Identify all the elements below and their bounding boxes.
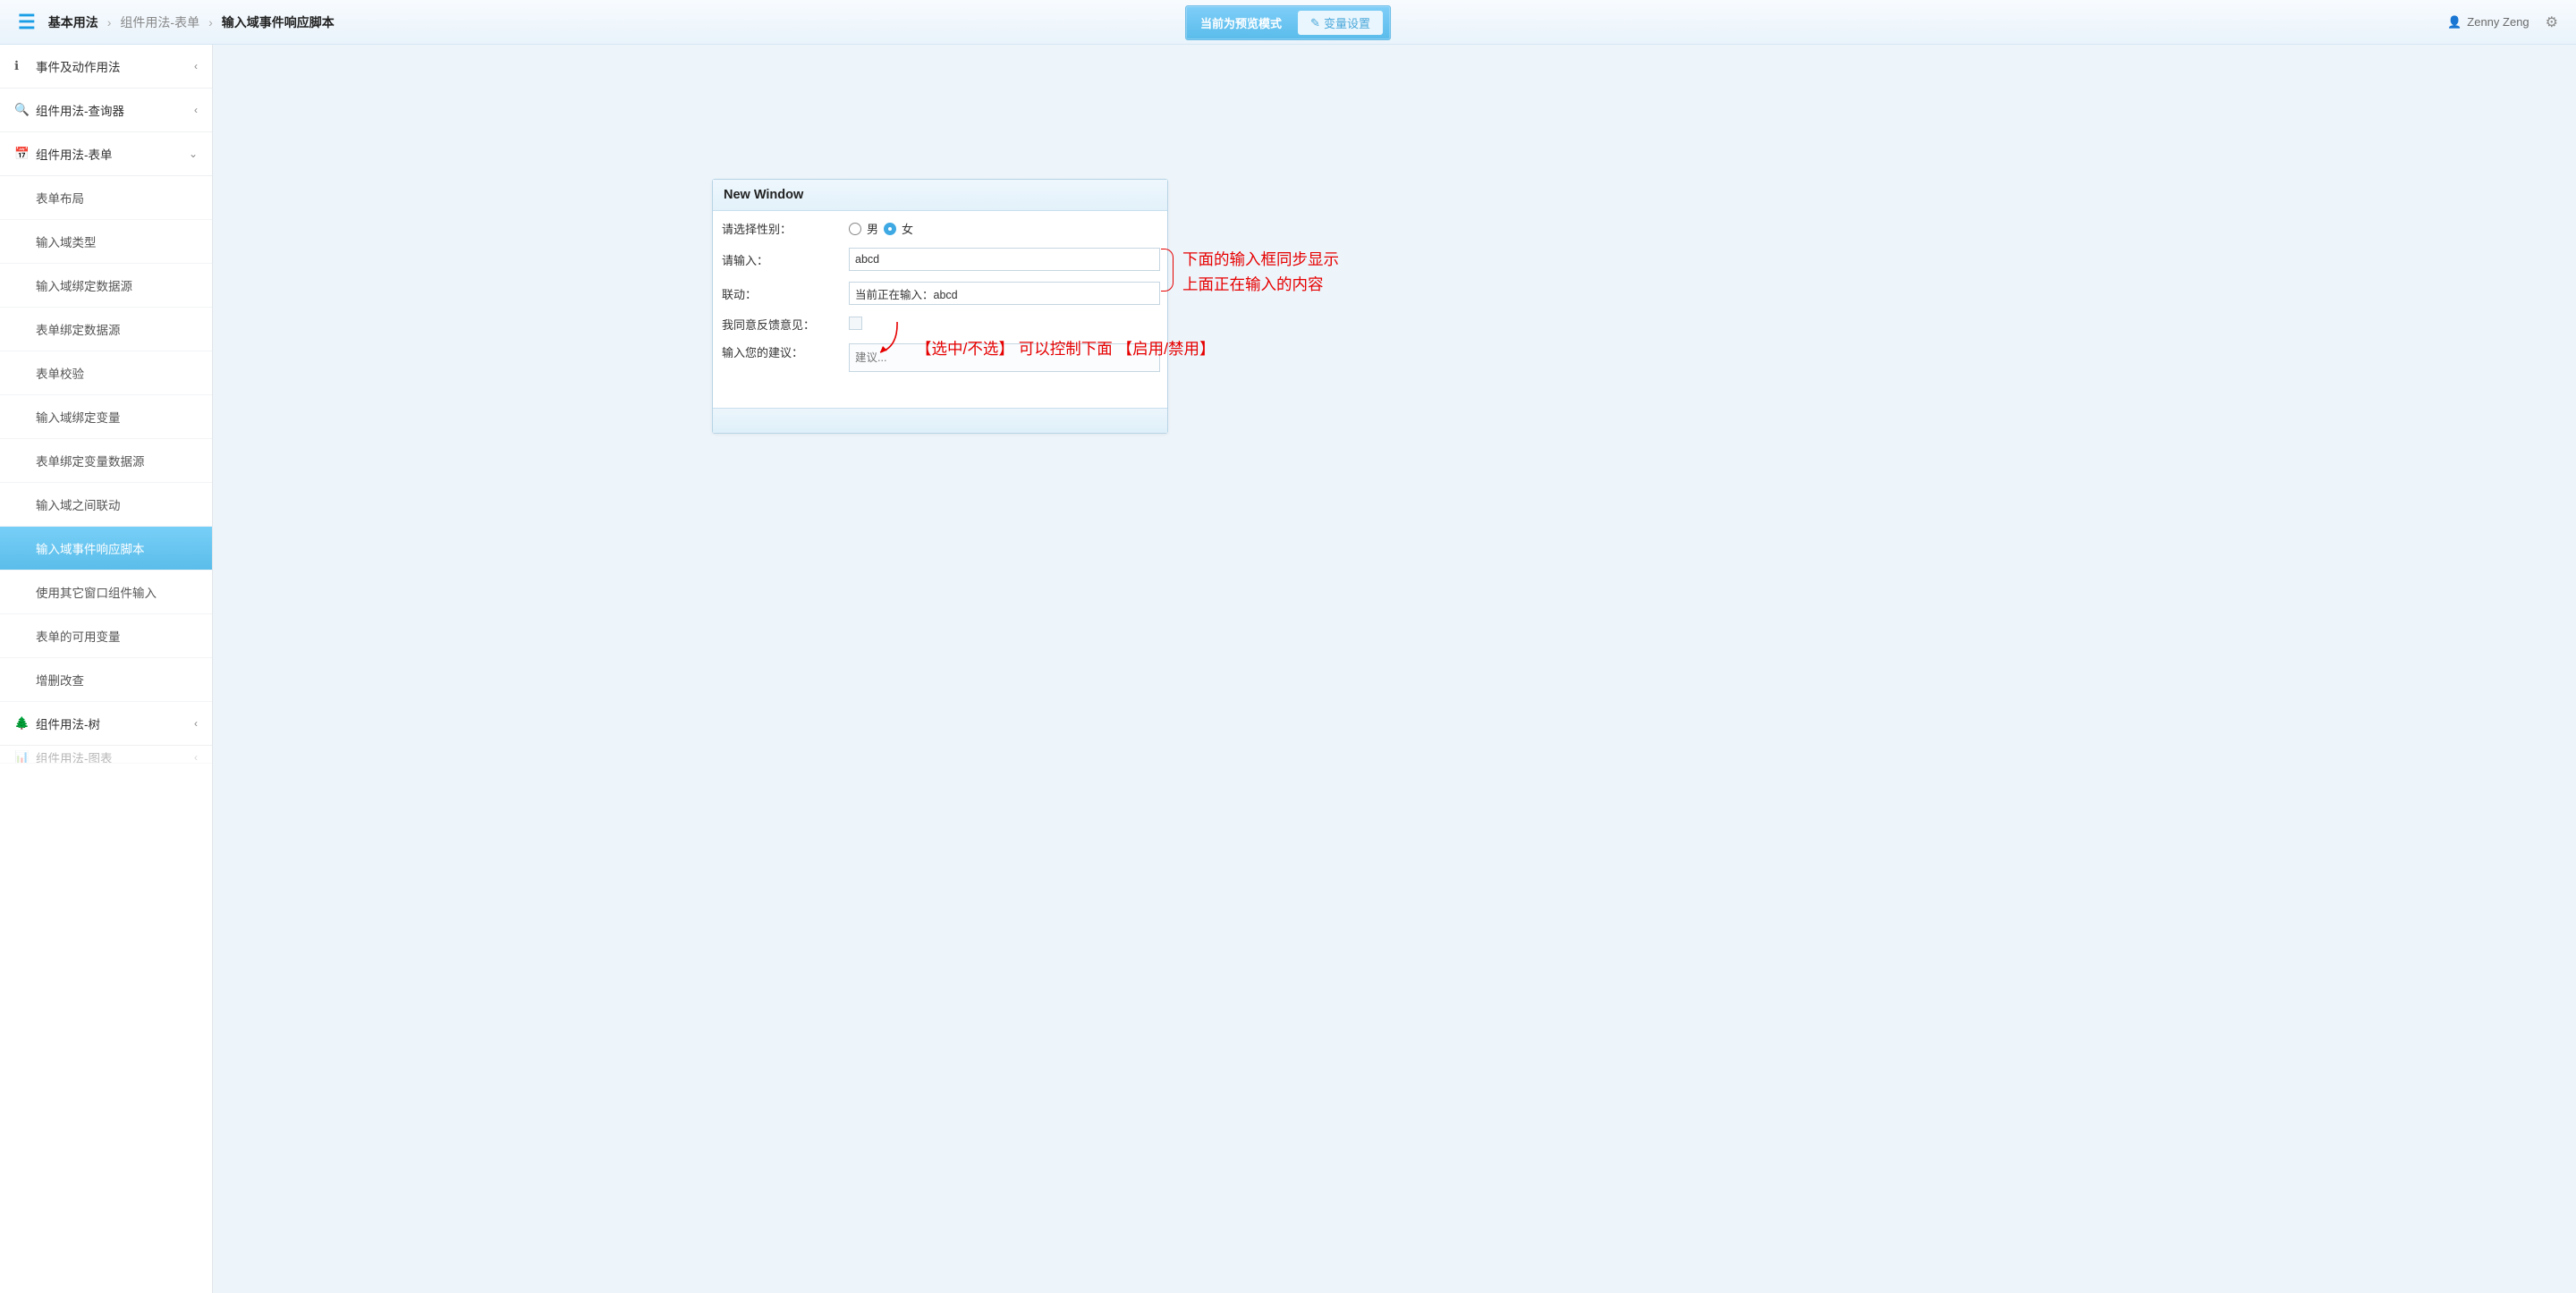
sidebar-item-crud[interactable]: 增删改查 <box>0 658 212 702</box>
variable-settings-label: 变量设置 <box>1324 14 1370 31</box>
sidebar-group-label: 组件用法-查询器 <box>36 101 124 119</box>
row-input: 请输入： <box>720 248 1160 271</box>
gender-radio-group: 男 女 <box>849 220 1160 237</box>
sidebar-group-query[interactable]: 🔍 组件用法-查询器 ‹ <box>0 89 212 132</box>
sidebar-item-use-other-window[interactable]: 使用其它窗口组件输入 <box>0 570 212 614</box>
variable-settings-button[interactable]: ✎ 变量设置 <box>1298 11 1383 35</box>
window-footer <box>713 408 1167 433</box>
gender-label: 请选择性别： <box>720 220 849 237</box>
chevron-left-icon: ‹ <box>194 60 198 72</box>
breadcrumb-mid[interactable]: 组件用法-表单 <box>120 13 199 31</box>
sidebar-item-input-event-script[interactable]: 输入域事件响应脚本 <box>0 527 212 570</box>
annotation-sync: 下面的输入框同步显示 上面正在输入的内容 <box>1182 247 1339 297</box>
input-label: 请输入： <box>720 251 849 268</box>
chart-icon: 📊 <box>14 750 30 765</box>
sidebar-group-events[interactable]: ℹ 事件及动作用法 ‹ <box>0 45 212 89</box>
text-input[interactable] <box>849 248 1160 271</box>
user-name: Zenny Zeng <box>2467 15 2529 29</box>
chevron-left-icon: ‹ <box>194 717 198 730</box>
sidebar-item-input-linkage[interactable]: 输入域之间联动 <box>0 483 212 527</box>
feedback-checkbox[interactable] <box>849 317 862 330</box>
sidebar-group-label: 事件及动作用法 <box>36 57 121 75</box>
window-body: 请选择性别： 男 女 请输入： 联动： <box>713 211 1167 408</box>
topbar: ☰ 基本用法 › 组件用法-表单 › 输入域事件响应脚本 当前为预览模式 ✎ 变… <box>0 0 2576 45</box>
linked-label: 联动： <box>720 285 849 302</box>
row-linked: 联动： <box>720 282 1160 305</box>
annotation-sync-line2: 上面正在输入的内容 <box>1182 272 1339 297</box>
topbar-right: 👤 Zenny Zeng ⚙ <box>2447 13 2558 31</box>
sidebar: ℹ 事件及动作用法 ‹ 🔍 组件用法-查询器 ‹ 📅 组件用法-表单 ⌄ 表单布… <box>0 45 213 1293</box>
pencil-icon: ✎ <box>1310 16 1320 30</box>
annotation-arrow-icon <box>875 322 902 358</box>
chevron-left-icon: ‹ <box>194 751 198 764</box>
sidebar-group-label: 组件用法-图表 <box>36 748 113 765</box>
radio-male-label: 男 <box>867 220 878 237</box>
annotation-sync-line1: 下面的输入框同步显示 <box>1182 247 1339 272</box>
window-title: New Window <box>713 180 1167 211</box>
row-feedback: 我同意反馈意见： <box>720 316 1160 333</box>
breadcrumb-sep: › <box>208 15 213 30</box>
sidebar-item-form-bind-var-ds[interactable]: 表单绑定变量数据源 <box>0 439 212 483</box>
info-icon: ℹ <box>14 59 30 73</box>
gear-icon[interactable]: ⚙ <box>2546 13 2558 31</box>
sidebar-group-chart[interactable]: 📊 组件用法-图表 ‹ <box>0 746 212 764</box>
form-window: New Window 请选择性别： 男 女 请输入： <box>712 179 1168 434</box>
sidebar-group-tree[interactable]: 🌲 组件用法-树 ‹ <box>0 702 212 746</box>
preview-banner: 当前为预览模式 ✎ 变量设置 <box>1185 5 1391 40</box>
main-layout: ℹ 事件及动作用法 ‹ 🔍 组件用法-查询器 ‹ 📅 组件用法-表单 ⌄ 表单布… <box>0 45 2576 1293</box>
suggestion-label: 输入您的建议： <box>720 343 849 360</box>
sidebar-group-form[interactable]: 📅 组件用法-表单 ⌄ <box>0 132 212 176</box>
breadcrumb: 基本用法 › 组件用法-表单 › 输入域事件响应脚本 <box>48 13 335 31</box>
linked-output[interactable] <box>849 282 1160 305</box>
radio-female[interactable] <box>884 223 896 235</box>
main-content: New Window 请选择性别： 男 女 请输入： <box>213 45 2576 1293</box>
breadcrumb-current: 输入域事件响应脚本 <box>222 13 335 31</box>
annotation-bracket <box>1161 249 1174 292</box>
sidebar-item-form-bind-ds[interactable]: 表单绑定数据源 <box>0 308 212 351</box>
sidebar-item-form-layout[interactable]: 表单布局 <box>0 176 212 220</box>
sidebar-item-input-bind-var[interactable]: 输入域绑定变量 <box>0 395 212 439</box>
feedback-label: 我同意反馈意见： <box>720 316 849 333</box>
sidebar-group-form-items: 表单布局 输入域类型 输入域绑定数据源 表单绑定数据源 表单校验 输入域绑定变量… <box>0 176 212 702</box>
row-gender: 请选择性别： 男 女 <box>720 220 1160 237</box>
chevron-down-icon: ⌄ <box>189 148 198 160</box>
sidebar-item-input-bind-ds[interactable]: 输入域绑定数据源 <box>0 264 212 308</box>
preview-mode-label: 当前为预览模式 <box>1193 11 1289 35</box>
sidebar-item-form-available-vars[interactable]: 表单的可用变量 <box>0 614 212 658</box>
sidebar-group-label: 组件用法-树 <box>36 714 100 732</box>
sidebar-group-label: 组件用法-表单 <box>36 145 113 163</box>
user-menu[interactable]: 👤 Zenny Zeng <box>2447 15 2529 30</box>
annotation-enable: 【选中/不选】 可以控制下面 【启用/禁用】 <box>916 336 1215 361</box>
user-icon: 👤 <box>2447 15 2462 30</box>
menu-toggle-icon[interactable]: ☰ <box>18 11 36 34</box>
breadcrumb-root[interactable]: 基本用法 <box>48 13 98 31</box>
radio-female-label: 女 <box>902 220 913 237</box>
calendar-icon: 📅 <box>14 147 30 161</box>
sidebar-item-input-type[interactable]: 输入域类型 <box>0 220 212 264</box>
sidebar-item-form-validate[interactable]: 表单校验 <box>0 351 212 395</box>
search-icon: 🔍 <box>14 103 30 117</box>
tree-icon: 🌲 <box>14 716 30 731</box>
chevron-left-icon: ‹ <box>194 104 198 116</box>
radio-male[interactable] <box>849 223 861 235</box>
breadcrumb-sep: › <box>107 15 112 30</box>
